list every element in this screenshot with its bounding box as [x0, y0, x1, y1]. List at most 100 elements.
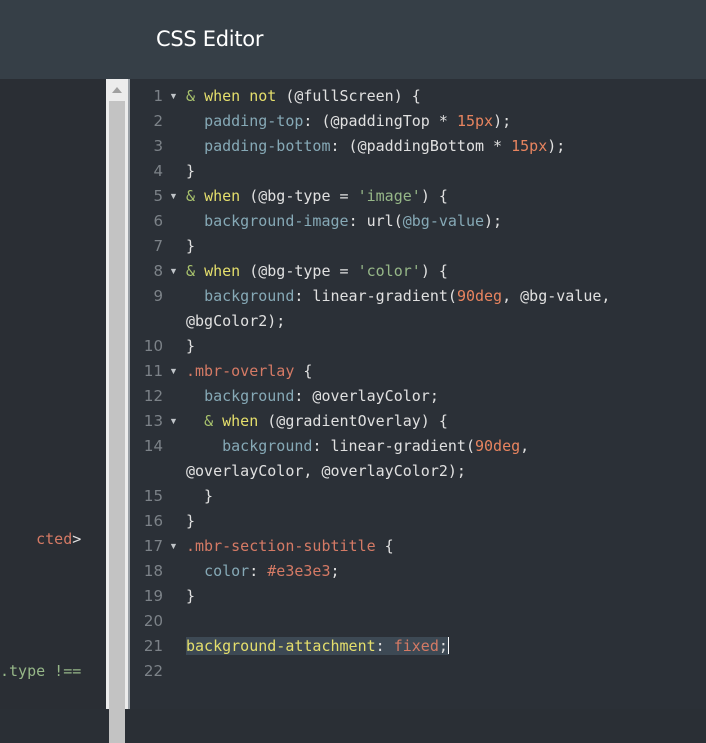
code-token: ) { — [420, 187, 448, 205]
line-number: 13 — [143, 412, 163, 430]
vertical-scrollbar[interactable] — [106, 79, 128, 743]
fold-arrow-icon[interactable]: ▼ — [169, 366, 178, 376]
scrollbar-thumb[interactable] — [109, 101, 125, 743]
code-line[interactable]: background: linear-gradient(90deg, @bg-v… — [186, 287, 610, 305]
code-line-content: } — [186, 512, 195, 530]
code-line-content: padding-bottom: (@paddingBottom * 15px); — [186, 137, 565, 155]
code-token: background-attachment — [186, 637, 376, 655]
code-line[interactable]: & when (@bg-type = 'color') { — [186, 262, 448, 280]
code-token: padding-bottom — [204, 137, 331, 155]
code-line[interactable]: background: @overlayColor; — [186, 387, 439, 405]
code-line-content: color: #e3e3e3; — [186, 562, 340, 580]
line-number: 5 — [153, 187, 163, 205]
code-token: #e3e3e3 — [267, 562, 331, 580]
line-number: 11 — [143, 362, 163, 380]
code-token: & — [186, 262, 205, 280]
code-token: ; — [330, 562, 340, 580]
code-line-content: & when (@bg-type = 'image') { — [186, 187, 448, 205]
code-token: : linear-gradient( — [312, 437, 475, 455]
code-line-content: } — [186, 237, 195, 255]
code-line-content: padding-top: (@paddingTop * 15px); — [186, 112, 511, 130]
code-token: ; — [438, 637, 448, 655]
code-token: : url( — [348, 212, 403, 230]
code-token: when — [204, 262, 241, 280]
code-token: : @overlayColor; — [294, 387, 439, 405]
preview-pane[interactable]: cted> .type !== — [0, 79, 106, 709]
code-line[interactable]: @overlayColor, @overlayColor2); — [186, 462, 466, 480]
code-token: fixed — [393, 637, 439, 655]
text-cursor — [447, 637, 449, 654]
line-number: 12 — [143, 387, 163, 405]
code-line-content: @bgColor2); — [186, 312, 285, 330]
page-title: CSS Editor — [156, 27, 264, 51]
code-line[interactable]: color: #e3e3e3; — [186, 562, 340, 580]
code-line[interactable]: } — [186, 512, 195, 530]
code-line[interactable]: background-image: url(@bg-value); — [186, 212, 502, 230]
code-token: background — [204, 387, 295, 405]
code-token: (@bg-type = — [240, 187, 358, 205]
line-number: 3 — [153, 137, 163, 155]
code-token: { — [375, 537, 394, 555]
code-token: .mbr-overlay — [186, 362, 295, 380]
code-line[interactable]: } — [186, 487, 213, 505]
code-line[interactable]: background: linear-gradient(90deg, — [186, 437, 529, 455]
code-line[interactable]: & when (@gradientOverlay) { — [186, 412, 448, 430]
chevron-up-icon — [112, 87, 122, 93]
code-line[interactable]: } — [186, 237, 195, 255]
line-number: 14 — [143, 437, 163, 455]
code-token: ); — [547, 137, 566, 155]
line-number: 18 — [143, 562, 163, 580]
code-token: @bgColor2); — [186, 312, 286, 330]
code-token: padding-top — [204, 112, 304, 130]
code-line-content: background: @overlayColor; — [186, 387, 439, 405]
code-line[interactable]: padding-bottom: (@paddingBottom * 15px); — [186, 137, 565, 155]
code-line-content: & when (@bg-type = 'color') { — [186, 262, 448, 280]
code-line[interactable]: } — [186, 337, 195, 355]
code-line-content: } — [186, 337, 195, 355]
code-token: (@gradientOverlay) { — [258, 412, 448, 430]
code-line-content: background: linear-gradient(90deg, @bg-v… — [186, 287, 610, 305]
fold-arrow-icon[interactable]: ▼ — [169, 191, 178, 201]
fold-arrow-icon[interactable]: ▼ — [169, 416, 178, 426]
code-line[interactable]: & when (@bg-type = 'image') { — [186, 187, 448, 205]
fold-arrow-icon[interactable]: ▼ — [169, 266, 178, 276]
code-token: : — [249, 562, 268, 580]
line-number: 1 — [153, 87, 163, 105]
code-token: 'image' — [357, 187, 421, 205]
code-line[interactable]: padding-top: (@paddingTop * 15px); — [186, 112, 511, 130]
code-token: & — [204, 412, 223, 430]
scroll-up-arrow[interactable] — [106, 79, 128, 101]
code-token: } — [186, 162, 196, 180]
line-number: 15 — [143, 487, 163, 505]
code-line-content: } — [186, 587, 195, 605]
code-line-content: .mbr-overlay { — [186, 362, 312, 380]
code-line-content: .mbr-section-subtitle { — [186, 537, 394, 555]
code-editor[interactable]: 1 ▼ & when not (@fullScreen) {2 padding-to… — [130, 79, 706, 709]
code-line[interactable]: @bgColor2); — [186, 312, 285, 330]
line-number: 10 — [143, 337, 163, 355]
code-token: ); — [484, 212, 503, 230]
fold-arrow-icon[interactable]: ▼ — [169, 91, 178, 101]
code-line[interactable]: .mbr-overlay { — [186, 362, 312, 380]
code-token: @bg-value — [402, 212, 485, 230]
code-line[interactable]: .mbr-section-subtitle { — [186, 537, 394, 555]
code-token: 90deg — [475, 437, 521, 455]
code-token: : (@paddingBottom * — [330, 137, 512, 155]
line-number: 6 — [153, 212, 163, 230]
fold-arrow-icon[interactable]: ▼ — [169, 541, 178, 551]
code-token: } — [186, 487, 214, 505]
code-token: 15px — [511, 137, 548, 155]
code-line[interactable]: } — [186, 587, 195, 605]
line-number: 9 — [153, 287, 163, 305]
code-line[interactable]: } — [186, 162, 195, 180]
code-token: { — [294, 362, 313, 380]
code-line[interactable]: background-attachment: fixed; — [186, 637, 449, 655]
code-token: background — [222, 437, 313, 455]
line-number: 22 — [143, 662, 163, 680]
code-token: background — [204, 287, 295, 305]
code-line[interactable]: & when not (@fullScreen) { — [186, 87, 421, 105]
